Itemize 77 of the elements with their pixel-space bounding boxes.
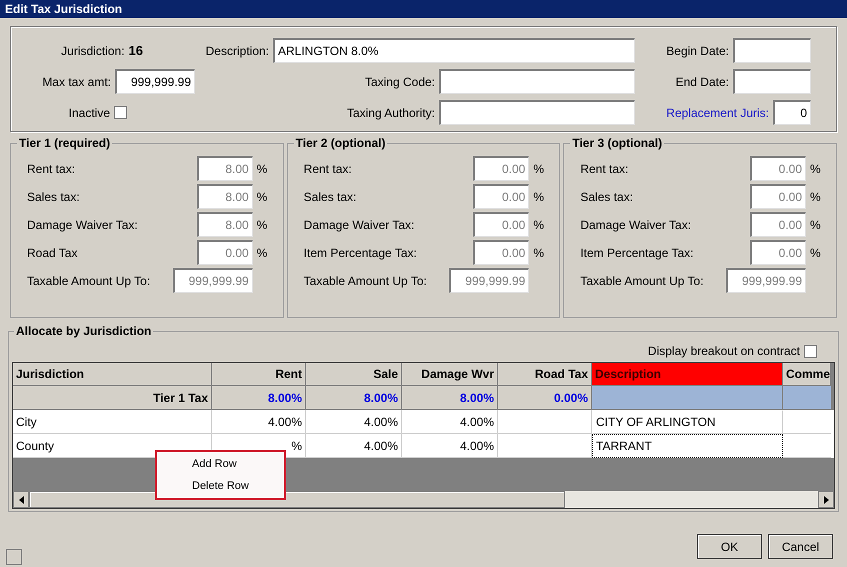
group-title: Tier 1 (required)	[18, 135, 112, 152]
scroll-right-button[interactable]	[818, 491, 834, 508]
field-label: Item Percentage Tax:	[304, 244, 418, 262]
input-field[interactable]: 0	[773, 100, 811, 125]
field-label: Taxing Code:	[364, 74, 435, 90]
column-header[interactable]: Rent	[212, 363, 306, 386]
field-label: Rent tax:	[580, 160, 630, 178]
percent-sign: %	[533, 190, 544, 204]
percent-sign: %	[810, 246, 821, 260]
field-label: Taxable Amount Up To:	[580, 272, 705, 290]
table-cell: Tier 1 Tax	[13, 386, 212, 410]
field-label: End Date:	[676, 74, 729, 90]
percent-sign: %	[256, 190, 268, 204]
group-title: Tier 3 (optional)	[571, 135, 664, 152]
field-label: Replacement Juris:	[666, 104, 769, 122]
column-header[interactable]: Damage Wvr	[402, 363, 498, 386]
field-label: Damage Waiver Tax:	[27, 216, 139, 234]
checkbox[interactable]	[114, 106, 127, 119]
table-cell: 4.00%	[402, 434, 498, 458]
table-cell: 0.00%	[498, 386, 592, 410]
column-header[interactable]: Sale	[306, 363, 402, 386]
checkbox-label: Inactive	[68, 104, 110, 122]
dialog-button[interactable]: OK	[697, 534, 762, 559]
field-label: Sales tax:	[580, 188, 634, 206]
input-field[interactable]	[439, 100, 635, 125]
resize-grip[interactable]	[6, 549, 22, 565]
input-field[interactable]	[733, 38, 811, 63]
column-header[interactable]: Jurisdiction	[13, 363, 212, 386]
horizontal-scrollbar[interactable]	[13, 491, 834, 508]
field-label: Description:	[206, 42, 269, 60]
percent-sign: %	[810, 162, 821, 176]
column-header[interactable]: Road Tax	[498, 363, 592, 386]
dialog-button[interactable]: Cancel	[768, 534, 833, 559]
percent-sign: %	[533, 218, 544, 232]
input-field[interactable]	[439, 69, 635, 94]
input-field[interactable]	[733, 69, 811, 94]
percent-sign: %	[810, 190, 821, 204]
checkbox-label: Display breakout on contract	[648, 343, 800, 360]
table-cell: 8.00%	[402, 386, 498, 410]
jurisdiction-label: Jurisdiction:	[61, 42, 125, 60]
menu-item[interactable]: Delete Row	[157, 475, 284, 497]
field-label: Taxing Authority:	[346, 104, 435, 122]
left-arrow-icon	[18, 496, 24, 504]
right-arrow-icon	[824, 496, 828, 504]
group-title: Allocate by Jurisdiction	[15, 323, 152, 340]
field-label: Rent tax:	[304, 160, 353, 178]
input-field[interactable]: ARLINGTON 8.0%	[273, 38, 635, 63]
field-label: Taxable Amount Up To:	[27, 272, 152, 290]
checkbox[interactable]	[804, 344, 817, 358]
window-title: Edit Tax Jurisdiction	[5, 1, 122, 18]
field-label: Item Percentage Tax:	[580, 244, 695, 262]
percent-sign: %	[256, 246, 268, 260]
table-cell: 8.00%	[212, 386, 306, 410]
field-label: Damage Waiver Tax:	[304, 216, 416, 234]
field-label: Max tax amt:	[42, 74, 111, 90]
percent-sign: %	[256, 162, 268, 176]
percent-sign: %	[810, 218, 821, 232]
field-label: Begin Date:	[666, 42, 729, 60]
column-header[interactable]: Description	[592, 363, 783, 386]
percent-sign: %	[533, 162, 544, 176]
field-label: Sales tax:	[27, 188, 81, 206]
field-label: Taxable Amount Up To:	[304, 272, 428, 290]
field-label: Road Tax	[27, 244, 78, 262]
table-cell: 4.00%	[306, 434, 402, 458]
scroll-left-button[interactable]	[13, 491, 29, 508]
jurisdiction-number: 16	[128, 42, 143, 60]
column-header[interactable]: Comme	[783, 363, 831, 386]
table-cell: TARRANT	[592, 434, 783, 458]
group-title: Tier 2 (optional)	[294, 135, 386, 152]
input-field[interactable]: 999,999.99	[115, 69, 195, 94]
field-label: Damage Waiver Tax:	[580, 216, 692, 234]
field-label: Sales tax:	[304, 188, 358, 206]
percent-sign: %	[256, 218, 268, 232]
percent-sign: %	[533, 246, 544, 260]
field-label: Rent tax:	[27, 160, 76, 178]
table-cell	[783, 386, 831, 410]
table-cell: 8.00%	[306, 386, 402, 410]
